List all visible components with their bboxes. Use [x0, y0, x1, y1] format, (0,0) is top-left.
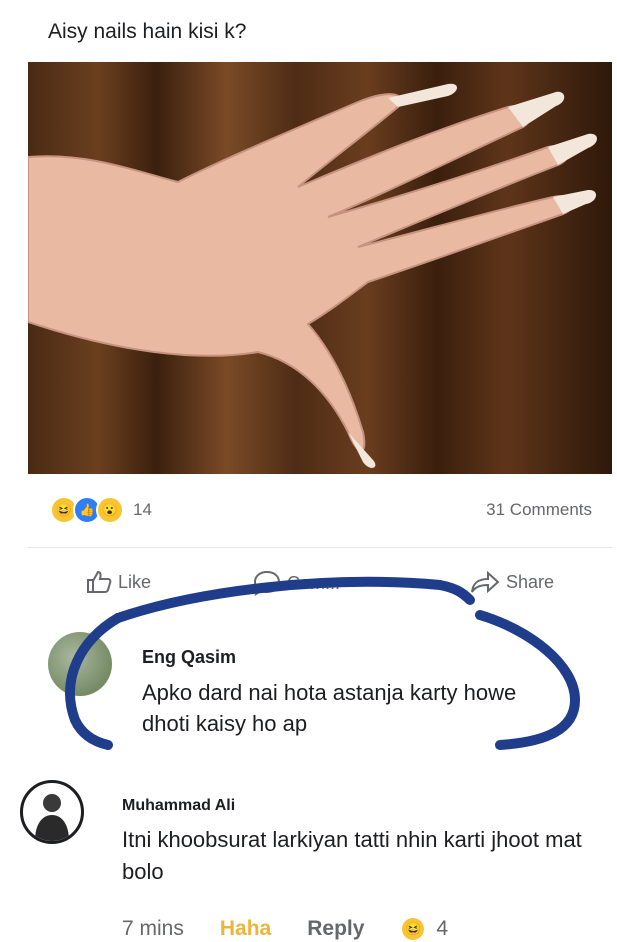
divider — [28, 547, 612, 548]
reaction-count: 14 — [133, 500, 152, 519]
hand-illustration — [28, 83, 597, 468]
comment-time: 7 mins — [122, 917, 184, 940]
wow-icon: 😮 — [96, 496, 124, 524]
commenter-name[interactable]: Eng Qasim — [142, 647, 236, 668]
commenter-name[interactable]: Muhammad Ali — [122, 797, 235, 815]
thumbs-up-icon — [87, 570, 112, 593]
comment-text: Itni khoobsurat larkiyan tatti nhin kart… — [122, 827, 582, 884]
haha-reaction-link[interactable]: Haha — [220, 917, 271, 941]
comment-reaction-count: 4 — [436, 917, 449, 940]
reply-button[interactable]: Reply — [307, 917, 364, 941]
haha-icon: 😆 — [400, 916, 427, 942]
comment-label: Com... — [287, 572, 341, 593]
comment-button[interactable]: Com... — [253, 570, 340, 596]
like-label: Like — [118, 571, 152, 592]
post-text: Aisy nails hain kisi k? — [48, 20, 247, 43]
comment-meta: 7 mins Haha Reply 😆 4 — [122, 916, 484, 942]
comments-count[interactable]: 31 Comments — [486, 500, 592, 520]
reactions-summary[interactable]: 😆 👍 😮 14 — [50, 496, 152, 524]
avatar[interactable] — [20, 780, 84, 844]
avatar[interactable] — [48, 632, 112, 696]
share-label: Share — [506, 571, 555, 592]
comment-text: Apko dard nai hota astanja karty howe dh… — [142, 680, 517, 736]
share-icon — [471, 570, 500, 594]
person-silhouette-icon — [35, 794, 69, 841]
share-button[interactable]: Share — [470, 570, 554, 594]
like-button[interactable]: Like — [86, 570, 151, 594]
post-photo[interactable] — [28, 62, 612, 474]
hand-shape — [28, 93, 575, 452]
comment-icon — [253, 570, 281, 596]
comment-reactions[interactable]: 😆 4 — [400, 916, 484, 942]
